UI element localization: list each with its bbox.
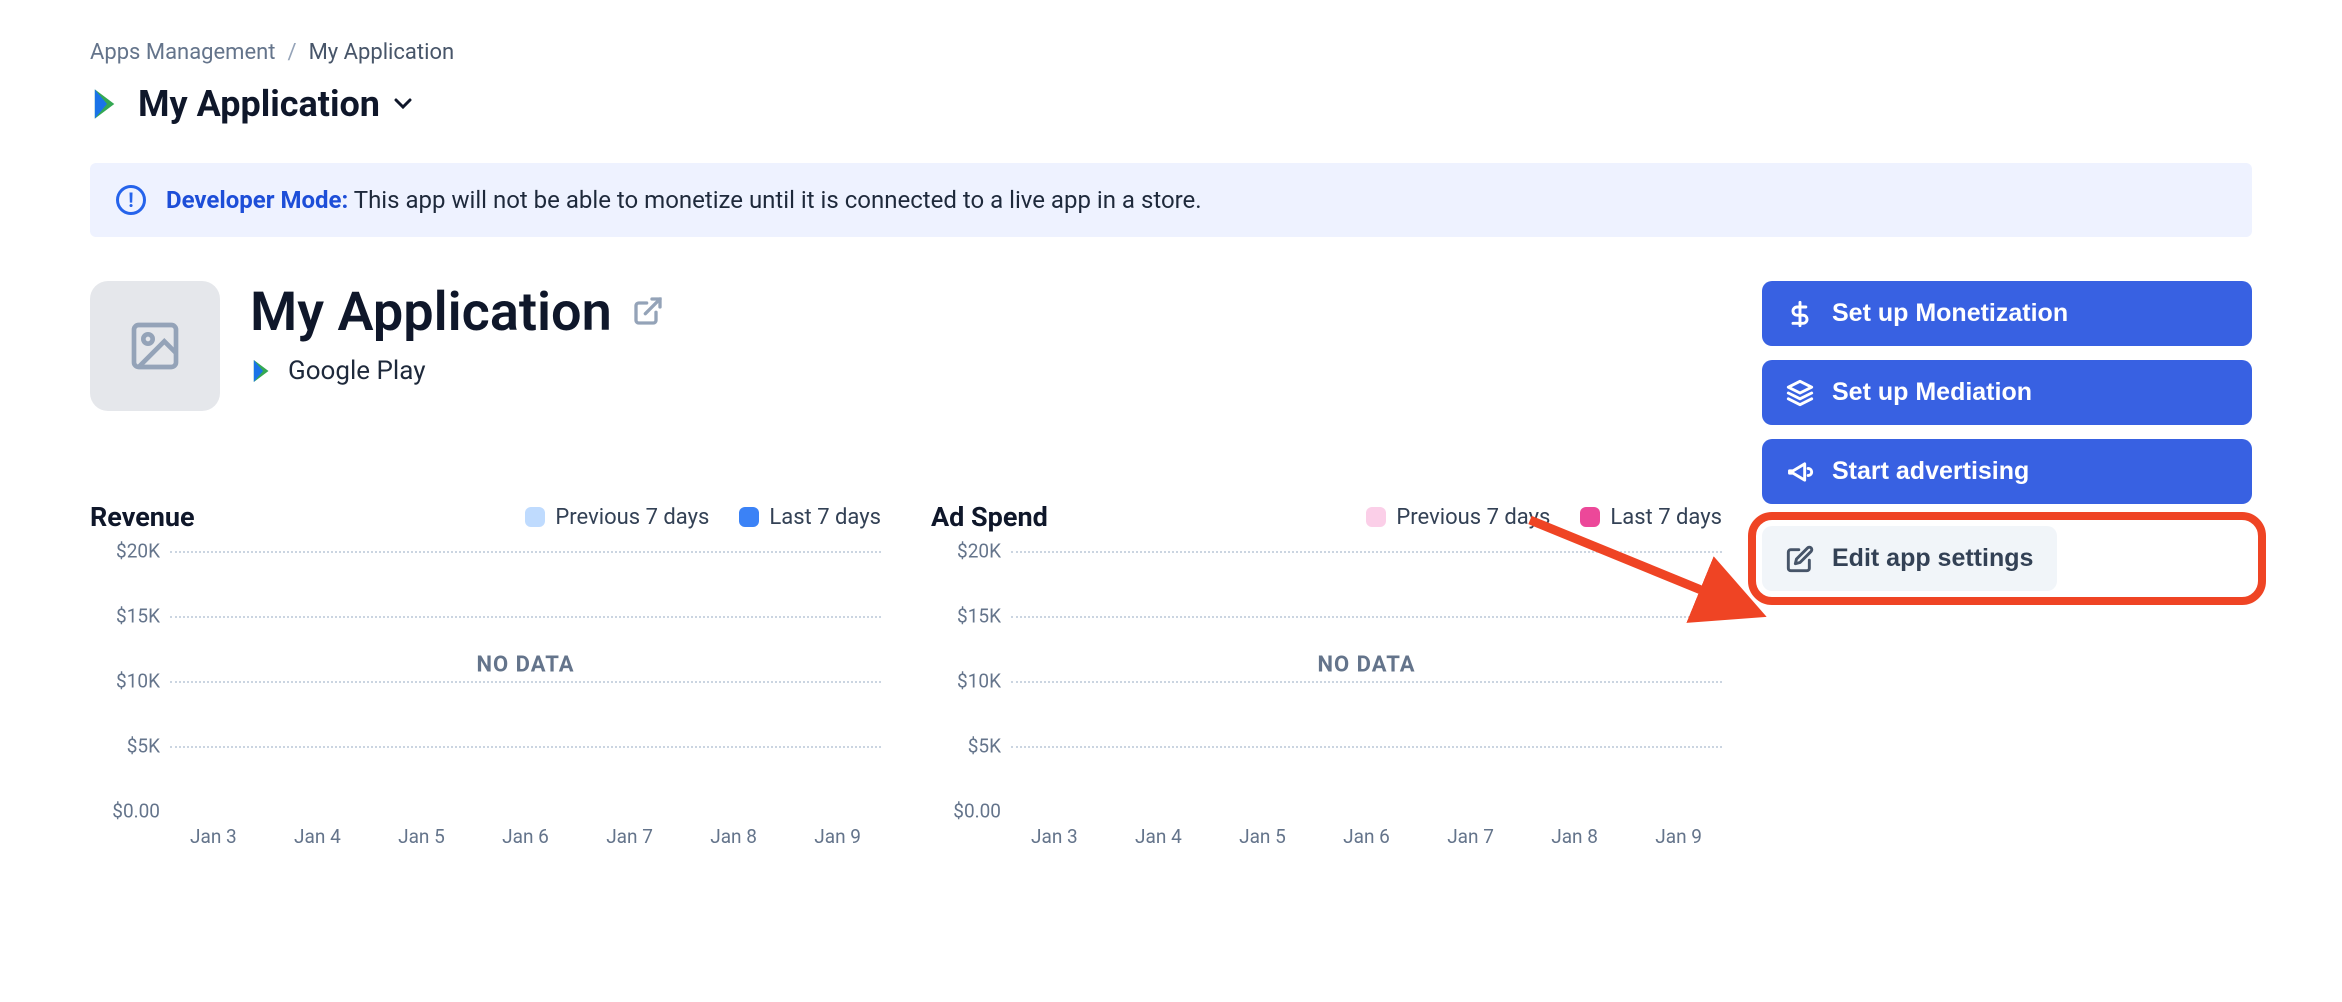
- breadcrumb-current: My Application: [309, 40, 455, 65]
- ytick: $15K: [931, 605, 1001, 628]
- xtick: Jan 6: [1343, 825, 1390, 848]
- chart-plot-area: $20K $15K $10K $5K $0.00 NO DATA: [170, 551, 881, 811]
- xtick: Jan 3: [190, 825, 237, 848]
- chart-title: Revenue: [90, 501, 195, 533]
- legend-label: Last 7 days: [1610, 505, 1722, 530]
- banner-label: Developer Mode:: [166, 186, 348, 214]
- chart-xaxis: Jan 3 Jan 4 Jan 5 Jan 6 Jan 7 Jan 8 Jan …: [170, 825, 881, 848]
- ytick: $10K: [931, 670, 1001, 693]
- breadcrumb: Apps Management / My Application: [90, 40, 2252, 65]
- no-data-label: NO DATA: [1318, 653, 1416, 678]
- xtick: Jan 4: [1135, 825, 1182, 848]
- app-icon-placeholder: [90, 281, 220, 411]
- action-buttons: Set up Monetization Set up Mediation Sta…: [1762, 281, 2252, 605]
- ytick: $10K: [90, 670, 160, 693]
- legend-label: Last 7 days: [769, 505, 881, 530]
- ytick: $0.00: [90, 800, 160, 823]
- chart-xaxis: Jan 3 Jan 4 Jan 5 Jan 6 Jan 7 Jan 8 Jan …: [1011, 825, 1722, 848]
- layers-icon: [1786, 379, 1814, 407]
- start-advertising-button[interactable]: Start advertising: [1762, 439, 2252, 504]
- button-label: Start advertising: [1832, 457, 2029, 486]
- banner-text: This app will not be able to monetize un…: [354, 186, 1202, 214]
- legend-previous: Previous 7 days: [1366, 505, 1550, 530]
- swatch-icon: [525, 507, 545, 527]
- swatch-icon: [1580, 507, 1600, 527]
- xtick: Jan 4: [294, 825, 341, 848]
- revenue-chart: Revenue Previous 7 days Last 7 days: [90, 501, 881, 848]
- legend-label: Previous 7 days: [555, 505, 709, 530]
- setup-monetization-button[interactable]: Set up Monetization: [1762, 281, 2252, 346]
- xtick: Jan 9: [1655, 825, 1702, 848]
- app-title: My Application: [250, 281, 612, 344]
- legend-label: Previous 7 days: [1396, 505, 1550, 530]
- ytick: $0.00: [931, 800, 1001, 823]
- chart-legend: Previous 7 days Last 7 days: [525, 505, 881, 530]
- app-header: My Application: [90, 281, 1722, 411]
- developer-mode-banner: ! Developer Mode: This app will not be a…: [90, 163, 2252, 237]
- adspend-chart: Ad Spend Previous 7 days Last 7 days: [931, 501, 1722, 848]
- ytick: $5K: [931, 735, 1001, 758]
- setup-mediation-button[interactable]: Set up Mediation: [1762, 360, 2252, 425]
- xtick: Jan 6: [502, 825, 549, 848]
- no-data-label: NO DATA: [477, 653, 575, 678]
- edit-icon: [1786, 545, 1814, 573]
- annotation-highlight: Edit app settings: [1748, 512, 2266, 605]
- ytick: $5K: [90, 735, 160, 758]
- xtick: Jan 8: [710, 825, 757, 848]
- xtick: Jan 9: [814, 825, 861, 848]
- swatch-icon: [739, 507, 759, 527]
- xtick: Jan 5: [398, 825, 445, 848]
- button-label: Edit app settings: [1832, 544, 2033, 573]
- xtick: Jan 5: [1239, 825, 1286, 848]
- ytick: $20K: [931, 540, 1001, 563]
- xtick: Jan 8: [1551, 825, 1598, 848]
- store-name: Google Play: [288, 356, 426, 386]
- legend-last: Last 7 days: [739, 505, 881, 530]
- button-label: Set up Monetization: [1832, 299, 2068, 328]
- google-play-icon: [90, 87, 124, 121]
- chart-title: Ad Spend: [931, 501, 1048, 533]
- store-row: Google Play: [250, 356, 664, 386]
- ytick: $15K: [90, 605, 160, 628]
- xtick: Jan 7: [1447, 825, 1494, 848]
- edit-app-settings-button[interactable]: Edit app settings: [1762, 526, 2057, 591]
- button-label: Set up Mediation: [1832, 378, 2032, 407]
- breadcrumb-root[interactable]: Apps Management: [90, 40, 276, 65]
- megaphone-icon: [1786, 458, 1814, 486]
- chart-plot-area: $20K $15K $10K $5K $0.00 NO DATA: [1011, 551, 1722, 811]
- chart-legend: Previous 7 days Last 7 days: [1366, 505, 1722, 530]
- xtick: Jan 7: [606, 825, 653, 848]
- legend-previous: Previous 7 days: [525, 505, 709, 530]
- legend-last: Last 7 days: [1580, 505, 1722, 530]
- dollar-icon: [1786, 300, 1814, 328]
- google-play-icon: [250, 358, 276, 384]
- app-selector[interactable]: My Application: [90, 83, 2252, 125]
- ytick: $20K: [90, 540, 160, 563]
- app-selector-name: My Application: [138, 83, 380, 125]
- info-icon: !: [116, 185, 146, 215]
- xtick: Jan 3: [1031, 825, 1078, 848]
- chevron-down-icon: [394, 95, 412, 114]
- swatch-icon: [1366, 507, 1386, 527]
- breadcrumb-separator: /: [288, 40, 297, 65]
- external-link-icon[interactable]: [632, 295, 664, 331]
